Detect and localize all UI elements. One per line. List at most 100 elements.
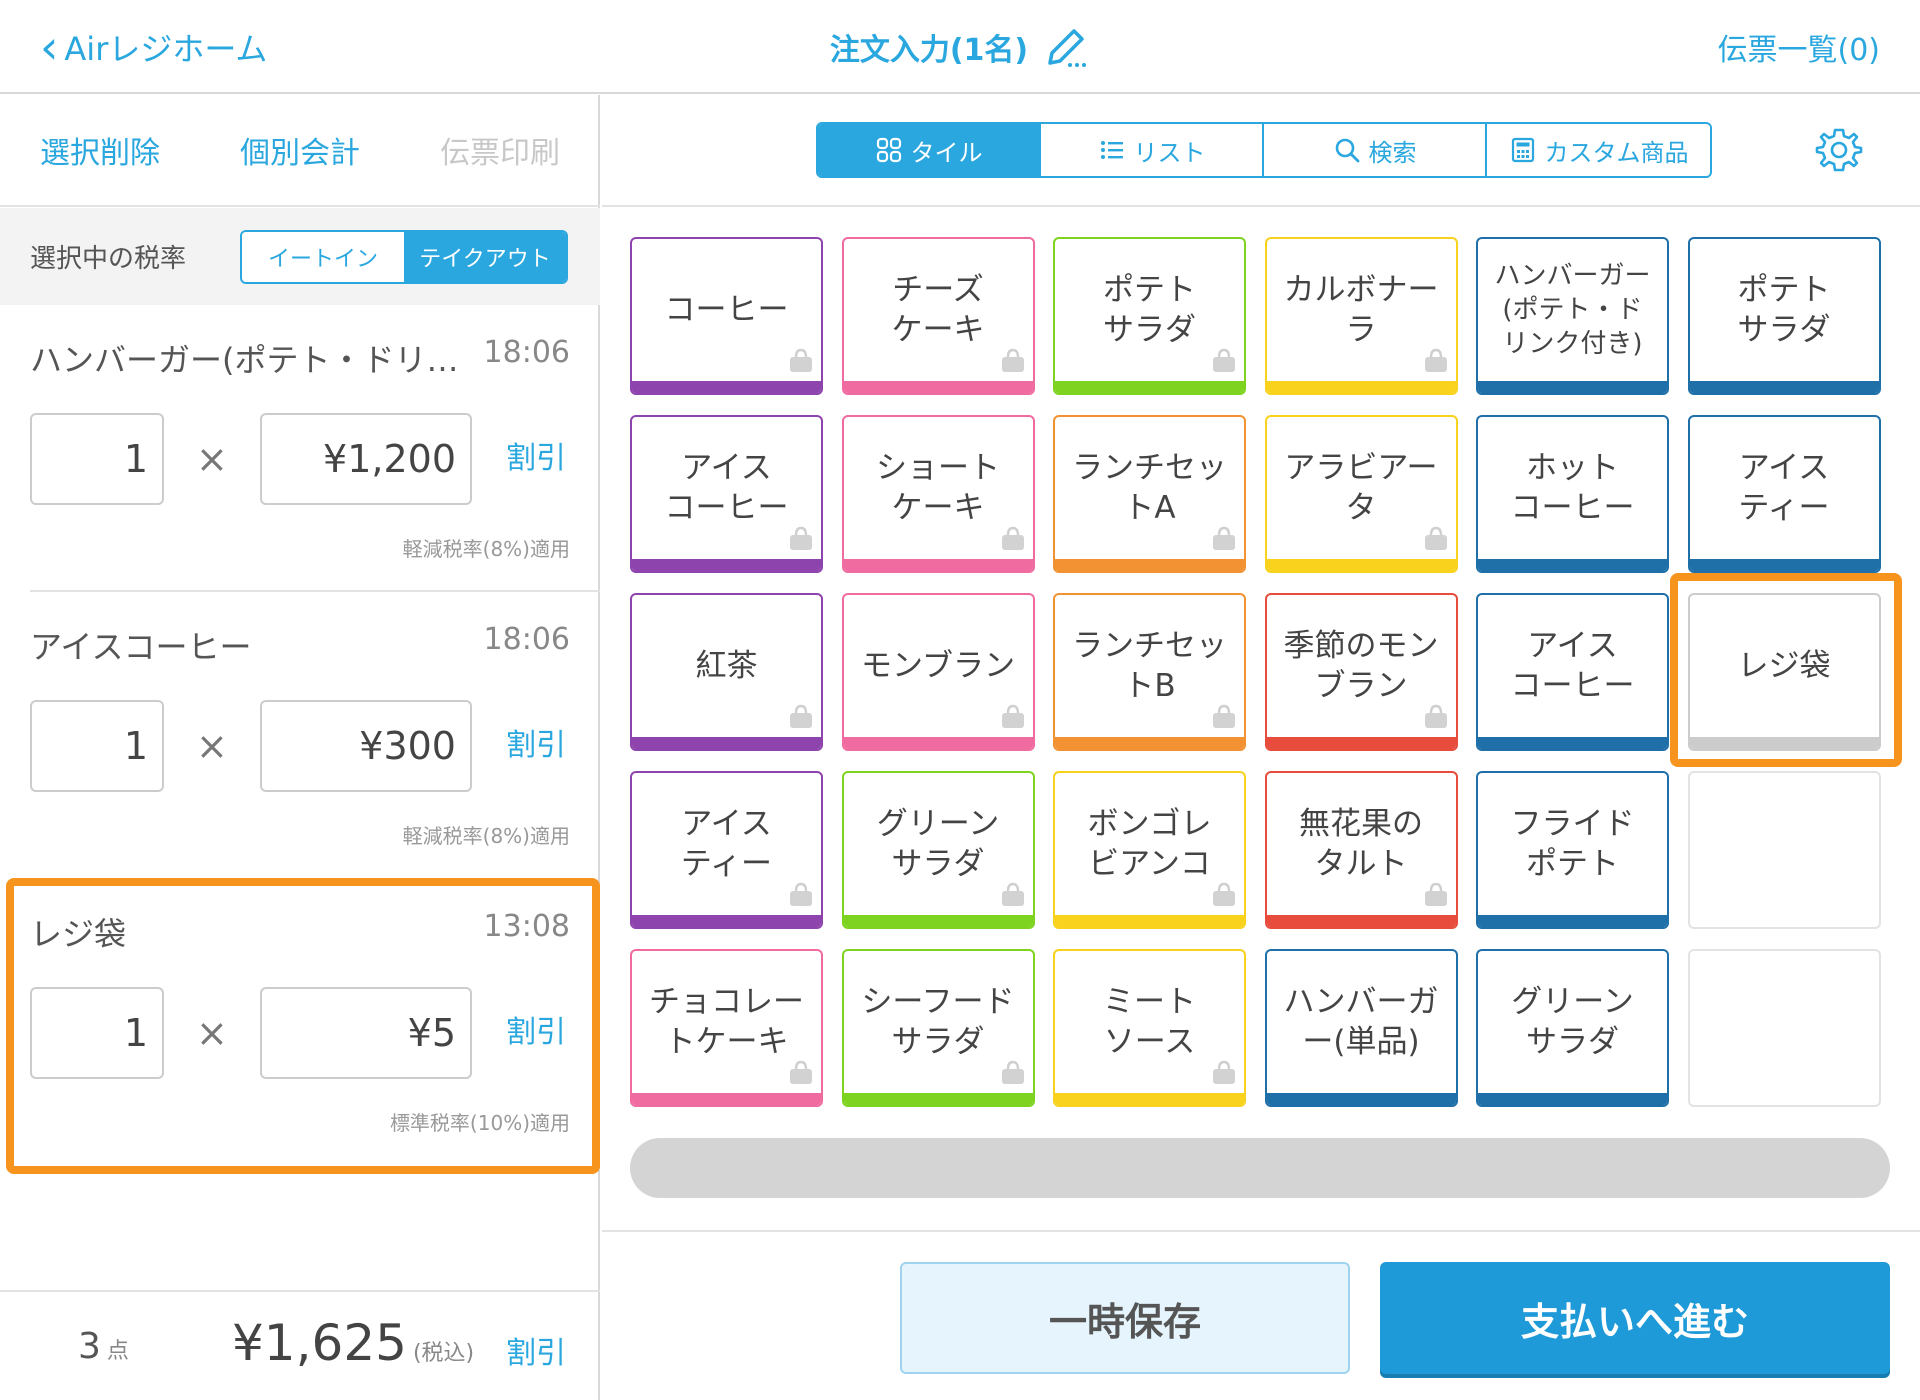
price-field[interactable]: ¥5 — [260, 987, 472, 1079]
product-tile[interactable]: 紅茶 — [630, 593, 823, 751]
item-count: 3点 — [78, 1326, 129, 1367]
takeout-bag-icon — [1213, 526, 1235, 550]
slip-list-link[interactable]: 伝票一覧(0) — [1718, 22, 1881, 72]
category-color-bar — [1478, 559, 1667, 571]
takeout-bag-icon — [1001, 526, 1024, 550]
product-tile[interactable]: ランチセッ トA — [1053, 415, 1246, 573]
product-tile[interactable]: コーヒー — [630, 237, 823, 395]
category-color-bar — [632, 1093, 821, 1105]
product-tile-label: ハンバーガー (ポテト・ド リンク付き) — [1494, 261, 1651, 359]
takeout-bag-icon — [1424, 704, 1447, 728]
category-color-bar — [843, 737, 1033, 749]
product-tile[interactable]: アイス コーヒー — [1476, 593, 1669, 751]
delete-selected-button[interactable]: 選択削除 — [0, 128, 200, 172]
gear-icon[interactable] — [1814, 125, 1864, 175]
eat-in-option[interactable]: イートイン — [242, 231, 404, 282]
product-tile[interactable]: チーズ ケーキ — [841, 237, 1035, 395]
takeout-bag-icon — [790, 1060, 812, 1084]
category-color-bar — [1266, 1093, 1456, 1105]
product-tile-label: アイス コーヒー — [1510, 628, 1635, 704]
page-title-text: 注文入力(1名) — [829, 33, 1029, 68]
discount-button[interactable]: 割引 — [506, 413, 566, 505]
product-tile-label: フライド ポテト — [1510, 806, 1635, 882]
calculator-icon — [1511, 137, 1534, 163]
order-panel: 選択削除 個別会計 伝票印刷 選択中の税率 イートイン テイクアウト ハンバーガ… — [0, 95, 600, 1400]
takeout-bag-icon — [1213, 882, 1235, 906]
product-tile[interactable]: ポテト サラダ — [1687, 237, 1881, 395]
product-tile[interactable]: ハンバーガー (ポテト・ド リンク付き) — [1476, 237, 1669, 395]
product-tile[interactable]: ランチセッ トB — [1053, 593, 1246, 751]
category-color-bar — [1478, 1093, 1667, 1105]
product-tile[interactable]: 季節のモン ブラン — [1264, 593, 1458, 751]
order-item[interactable]: アイスコーヒー 18:06 1 × ¥300 割引 軽減税率(8%)適用 — [0, 592, 600, 879]
product-tile[interactable]: グリーン サラダ — [1476, 949, 1669, 1107]
view-tabs: タイル リスト 検索 カスタム商品 — [816, 122, 1712, 178]
category-color-bar — [1266, 559, 1456, 571]
takeout-option[interactable]: テイクアウト — [404, 231, 566, 282]
price-field[interactable]: ¥300 — [260, 700, 472, 792]
takeout-bag-icon — [1001, 704, 1024, 728]
order-item[interactable]: レジ袋 13:08 1 × ¥5 割引 標準税率(10%)適用 — [0, 879, 600, 1166]
product-tile[interactable]: ポテト サラダ — [1053, 237, 1246, 395]
product-tile[interactable]: モンブラン — [841, 593, 1035, 751]
product-tile[interactable]: ホット コーヒー — [1476, 415, 1669, 573]
product-tile[interactable]: 無花果の タルト — [1264, 771, 1458, 929]
tab-search[interactable]: 検索 — [1264, 124, 1487, 176]
quantity-field[interactable]: 1 — [30, 413, 164, 505]
product-tile[interactable]: レジ袋 — [1687, 593, 1881, 751]
category-color-bar — [632, 381, 821, 393]
edit-icon — [1048, 29, 1087, 67]
category-color-bar — [1055, 1093, 1244, 1105]
discount-button[interactable]: 割引 — [506, 987, 566, 1079]
product-tile[interactable]: ハンバーガ ー(単品) — [1264, 949, 1458, 1107]
order-item[interactable]: ハンバーガー(ポテト・ドリンク付き) 18:06 1 × ¥1,200 割引 軽… — [0, 305, 600, 592]
page-scroll-indicator[interactable] — [630, 1138, 1890, 1198]
category-color-bar — [1055, 559, 1244, 571]
takeout-bag-icon — [1213, 704, 1235, 728]
category-color-bar — [632, 559, 821, 571]
order-actions: 選択削除 個別会計 伝票印刷 — [0, 95, 600, 207]
product-tile-label: ポテト サラダ — [1737, 272, 1831, 348]
product-tile[interactable]: カルボナー ラ — [1264, 237, 1458, 395]
page-title[interactable]: 注文入力(1名) — [0, 22, 1920, 72]
proceed-to-payment-button[interactable]: 支払いへ進む — [1380, 1262, 1890, 1374]
tax-rate-label: 選択中の税率 — [30, 244, 187, 274]
product-tile[interactable]: アラビアー タ — [1264, 415, 1458, 573]
total-amount: ¥1,625 (税込) — [232, 1314, 475, 1372]
product-tile[interactable]: ミート ソース — [1053, 949, 1246, 1107]
takeout-bag-icon — [1213, 1060, 1235, 1084]
tax-rate-note: 軽減税率(8%)適用 — [402, 824, 570, 848]
category-color-bar — [1266, 381, 1456, 393]
quantity-field[interactable]: 1 — [30, 987, 164, 1079]
tab-custom-product[interactable]: カスタム商品 — [1487, 124, 1710, 176]
category-color-bar — [1266, 737, 1456, 749]
total-discount-button[interactable]: 割引 — [506, 1328, 566, 1372]
tab-tile[interactable]: タイル — [818, 124, 1041, 176]
product-tile[interactable]: シーフード サラダ — [841, 949, 1035, 1107]
item-time: 13:08 — [483, 909, 570, 944]
product-tile[interactable]: フライド ポテト — [1476, 771, 1669, 929]
category-color-bar — [632, 737, 821, 749]
product-tile[interactable]: グリーン サラダ — [841, 771, 1035, 929]
category-color-bar — [1478, 737, 1667, 749]
price-field[interactable]: ¥1,200 — [260, 413, 472, 505]
print-slip-button[interactable]: 伝票印刷 — [400, 128, 600, 172]
product-tile[interactable]: アイス ティー — [1687, 415, 1881, 573]
item-time: 18:06 — [483, 622, 570, 657]
category-color-bar — [1266, 915, 1456, 927]
category-color-bar — [1689, 737, 1879, 749]
quantity-field[interactable]: 1 — [30, 700, 164, 792]
tab-list[interactable]: リスト — [1041, 124, 1264, 176]
item-time: 18:06 — [483, 335, 570, 370]
hold-button[interactable]: 一時保存 — [900, 1262, 1350, 1374]
discount-button[interactable]: 割引 — [506, 700, 566, 792]
product-tile[interactable]: チョコレー トケーキ — [630, 949, 823, 1107]
search-icon — [1335, 138, 1359, 163]
product-tile[interactable]: ショート ケーキ — [841, 415, 1035, 573]
takeout-bag-icon — [790, 882, 812, 906]
product-tile[interactable]: アイス ティー — [630, 771, 823, 929]
product-tile[interactable]: ボンゴレ ビアンコ — [1053, 771, 1246, 929]
category-color-bar — [632, 915, 821, 927]
product-tile[interactable]: アイス コーヒー — [630, 415, 823, 573]
split-payment-button[interactable]: 個別会計 — [200, 128, 400, 172]
